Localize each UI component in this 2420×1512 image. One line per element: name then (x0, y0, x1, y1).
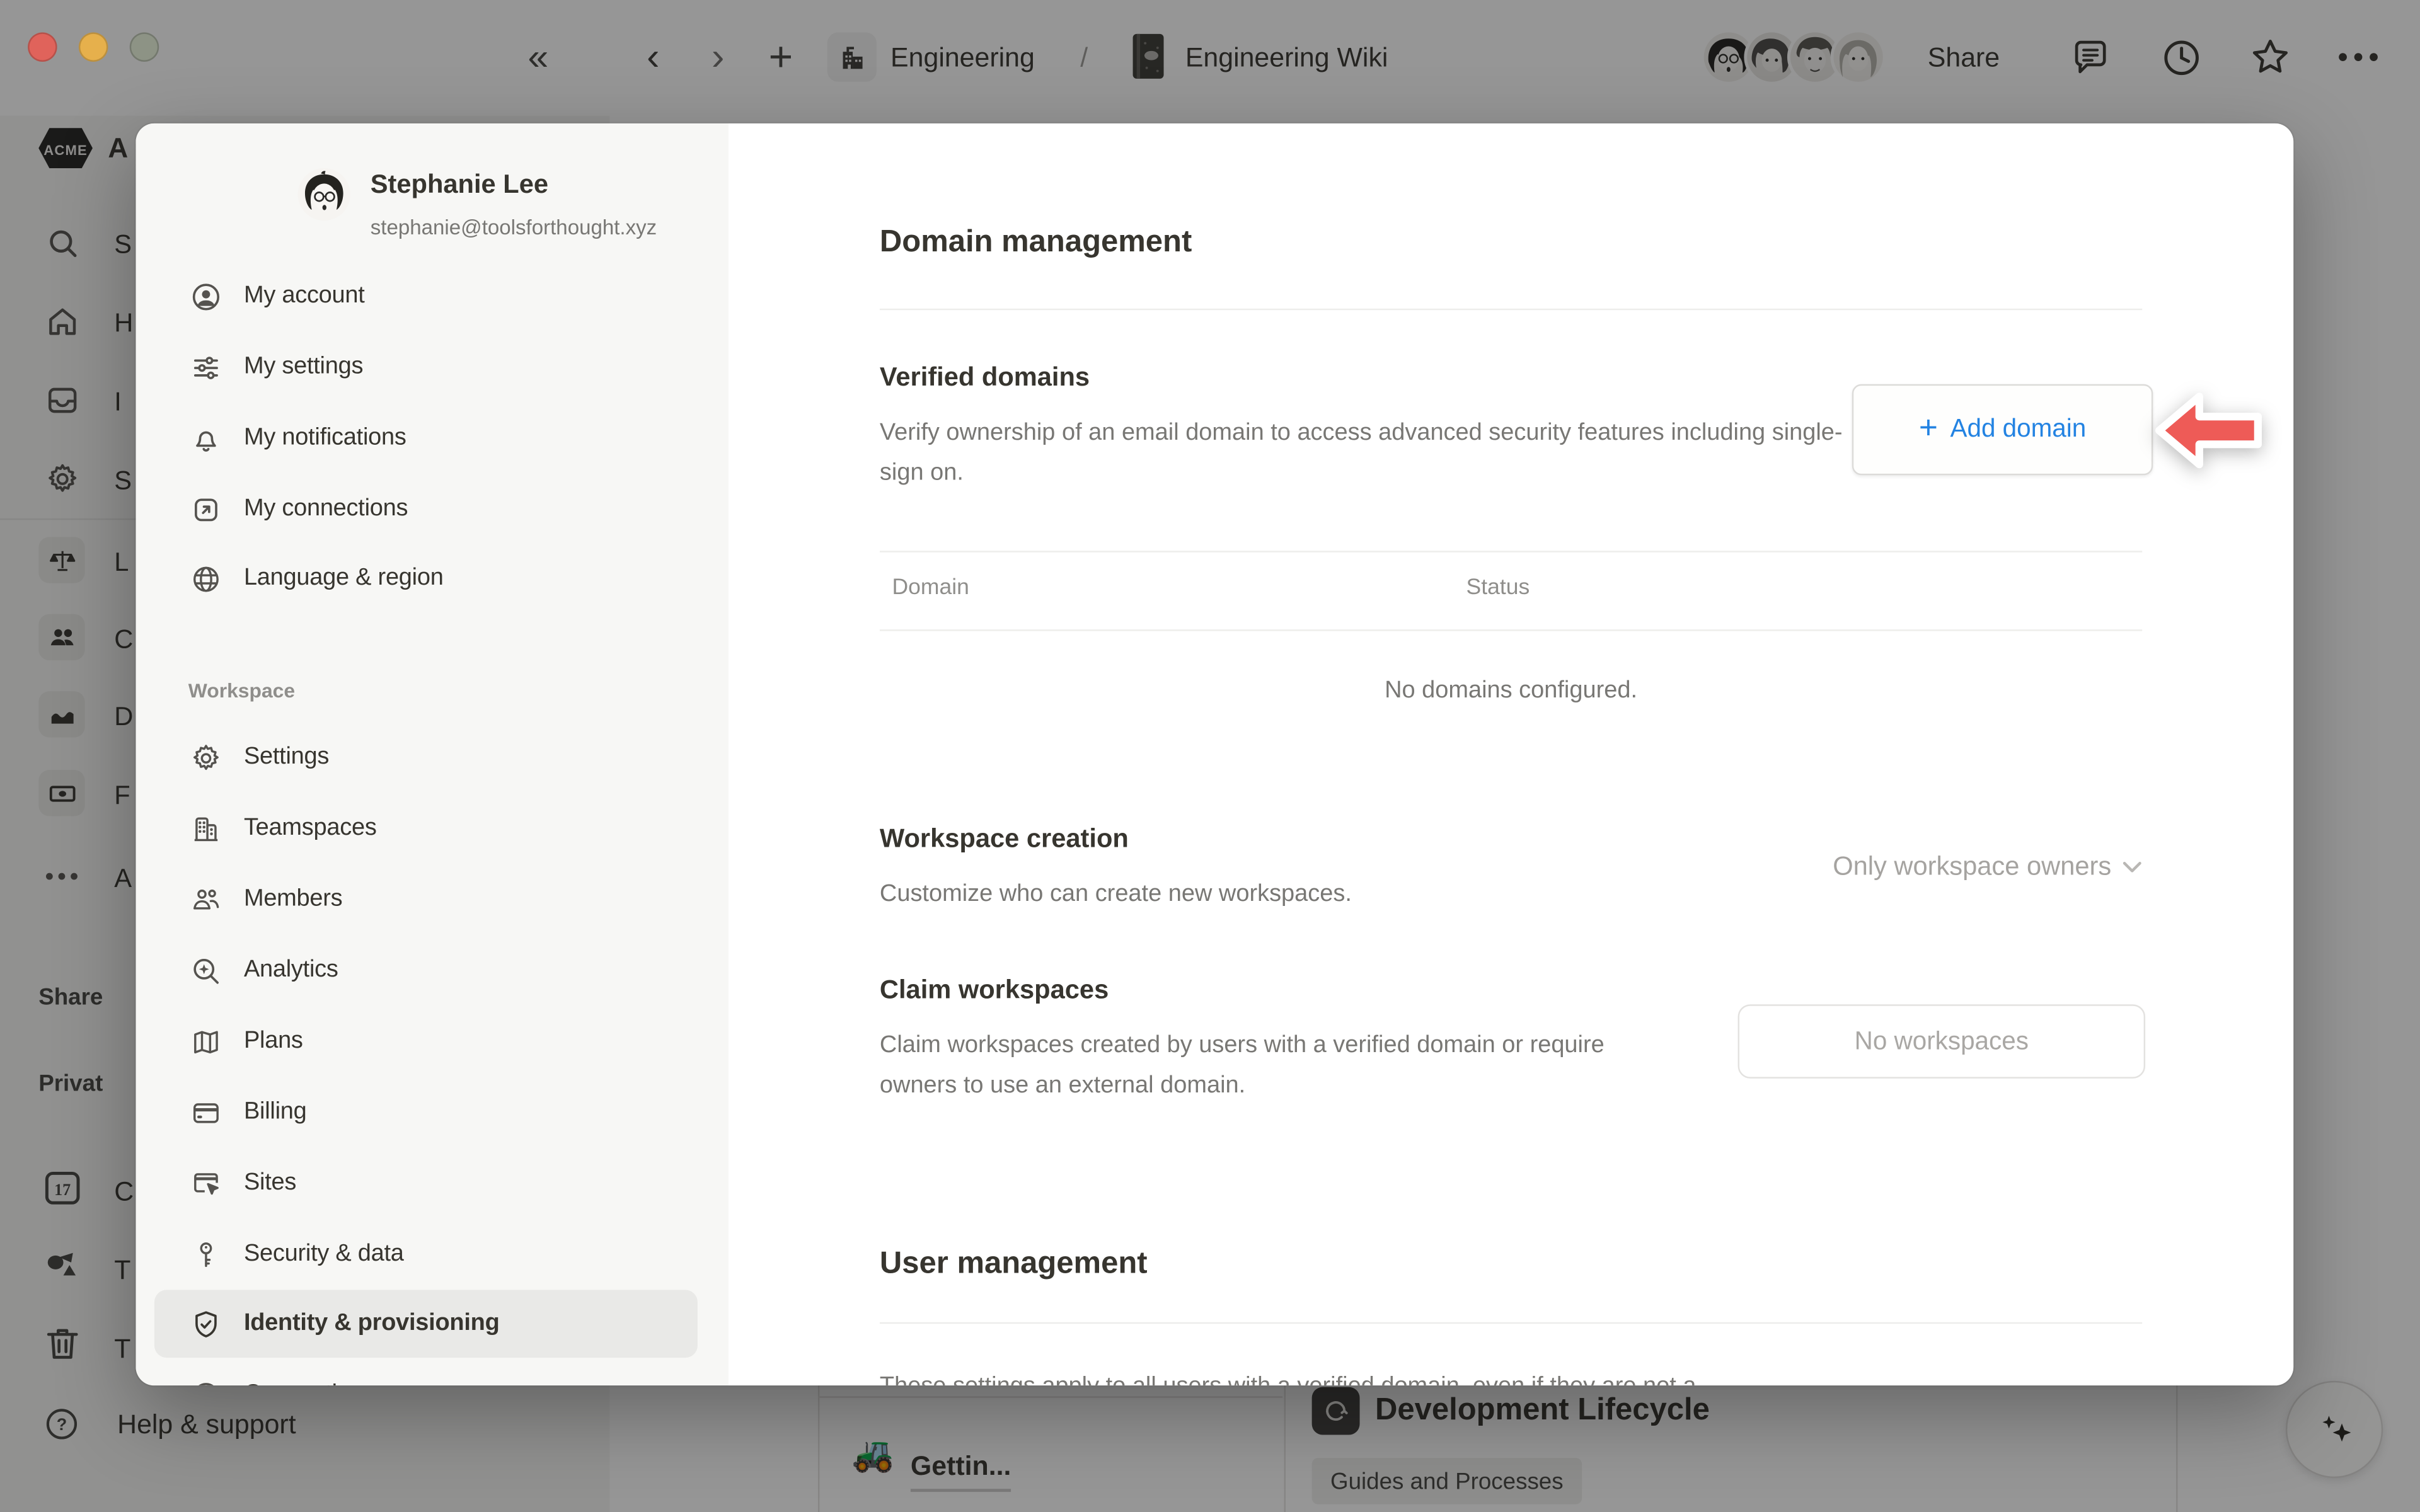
sidebar-item-plans[interactable]: Plans (154, 1007, 698, 1075)
shield-check-icon (188, 1308, 222, 1340)
verified-domains-description: Verify ownership of an email domain to a… (880, 413, 1845, 493)
sidebar-item-billing[interactable]: Billing (154, 1079, 698, 1147)
user-management-heading: User management (880, 1247, 1148, 1282)
settings-dialog: Stephanie Lee stephanie@toolsforthought.… (136, 123, 2294, 1385)
buildings-icon (188, 812, 222, 844)
no-workspaces-button[interactable]: No workspaces (1738, 1004, 2146, 1079)
app-window: « ‹ › + Engineering / (0, 0, 2420, 1512)
sidebar-item-my-account[interactable]: My account (154, 262, 698, 330)
settings-content: Domain management Verified domains Verif… (729, 123, 2293, 1385)
map-icon (188, 1025, 222, 1057)
globe-icon (188, 563, 222, 595)
page-title: Domain management (880, 226, 1192, 261)
sidebar-item-settings[interactable]: Settings (154, 724, 698, 792)
divider (880, 551, 2142, 552)
sidebar-item-connections-partial[interactable]: Connections (154, 1361, 698, 1385)
minimize-window-button[interactable] (79, 32, 108, 62)
sidebar-item-my-connections[interactable]: My connections (154, 475, 698, 543)
sidebar-item-members[interactable]: Members (154, 866, 698, 934)
sidebar-item-identity-provisioning[interactable]: Identity & provisioning (154, 1290, 698, 1358)
arrow-up-right-box-icon (188, 493, 222, 525)
bell-icon (188, 422, 222, 454)
table-col-status: Status (1466, 575, 1530, 600)
user-management-clipped-text: These settings apply to all users with a… (880, 1367, 2142, 1385)
workspace-creation-heading: Workspace creation (880, 824, 1129, 855)
people-icon (188, 883, 222, 915)
person-circle-icon (188, 280, 222, 312)
workspace-creation-description: Customize who can create new workspaces. (880, 875, 1744, 915)
sidebar-item-sites[interactable]: Sites (154, 1149, 698, 1217)
sidebar-item-my-settings[interactable]: My settings (154, 333, 698, 401)
settings-sidebar: Stephanie Lee stephanie@toolsforthought.… (136, 123, 729, 1385)
gear-icon (188, 742, 222, 774)
key-icon (188, 1238, 222, 1270)
circle-icon (188, 1378, 222, 1385)
divider (880, 1322, 2142, 1324)
sidebar-item-analytics[interactable]: Analytics (154, 937, 698, 1005)
credit-card-icon (188, 1096, 222, 1128)
claim-workspaces-description: Claim workspaces created by users with a… (880, 1026, 1659, 1106)
workspace-section-label: Workspace (188, 679, 295, 702)
user-avatar (296, 166, 352, 222)
sliders-icon (188, 351, 222, 383)
workspace-creation-dropdown[interactable]: Only workspace owners (1833, 852, 2142, 883)
add-domain-button[interactable]: + Add domain (1852, 384, 2153, 475)
divider (880, 309, 2142, 310)
annotation-arrow-left (2152, 386, 2266, 475)
magnifier-sparkle-icon (188, 954, 222, 987)
zoom-window-button[interactable] (130, 32, 159, 62)
sidebar-item-security-data[interactable]: Security & data (154, 1220, 698, 1288)
sidebar-item-my-notifications[interactable]: My notifications (154, 404, 698, 472)
plus-icon: + (1919, 410, 1938, 447)
browser-cursor-icon (188, 1167, 222, 1200)
table-empty-state: No domains configured. (880, 671, 2142, 711)
table-col-domain: Domain (892, 575, 969, 600)
account-name: Stephanie Lee (371, 169, 548, 200)
divider (880, 629, 2142, 631)
sidebar-item-teamspaces[interactable]: Teamspaces (154, 794, 698, 862)
chevron-down-icon (2122, 860, 2142, 874)
account-email: stephanie@toolsforthought.xyz (371, 216, 657, 239)
claim-workspaces-heading: Claim workspaces (880, 975, 1109, 1006)
verified-domains-heading: Verified domains (880, 363, 1090, 394)
close-window-button[interactable] (28, 32, 57, 62)
sidebar-item-language-region[interactable]: Language & region (154, 544, 698, 612)
